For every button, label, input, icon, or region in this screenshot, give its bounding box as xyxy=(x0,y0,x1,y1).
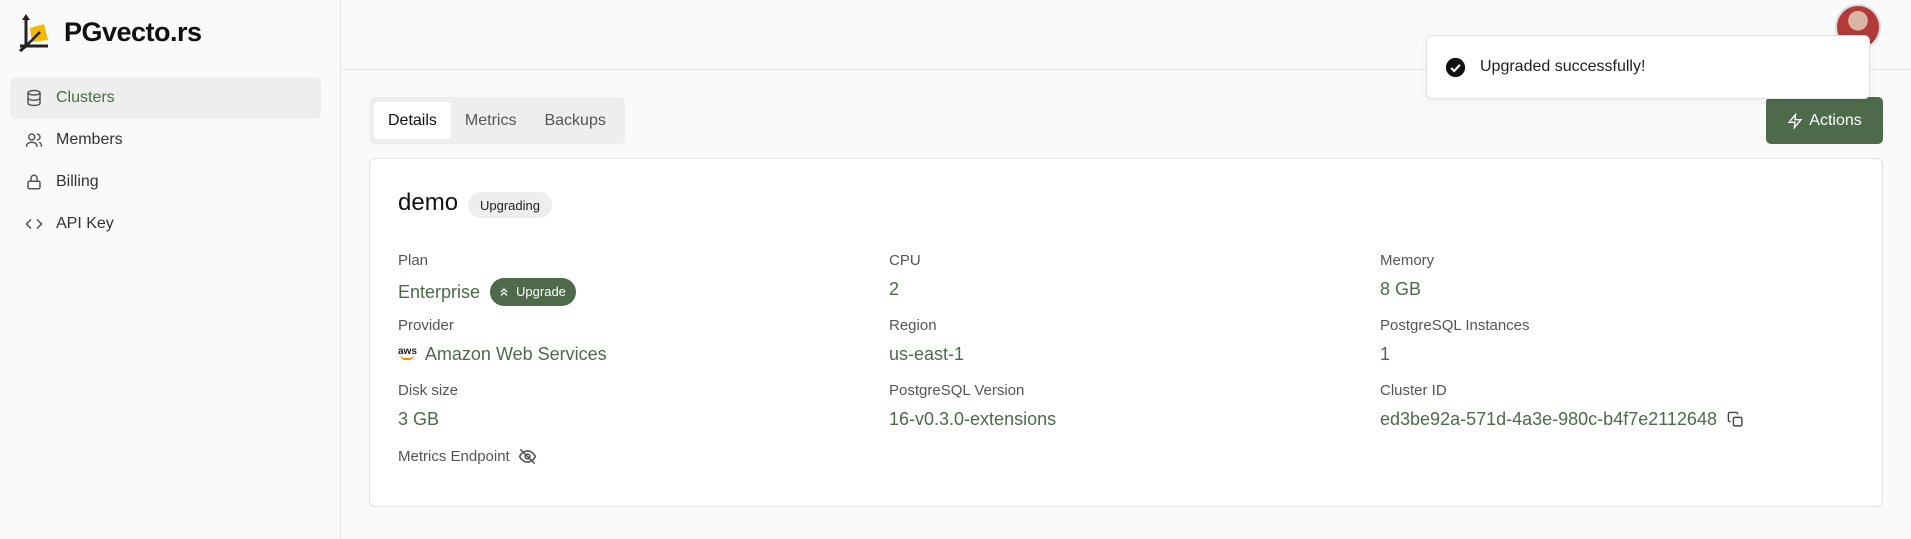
postgresql-instances-field: PostgreSQL Instances 1 xyxy=(1380,317,1530,365)
postgresql-version-field: PostgreSQL Version 16-v0.3.0-extensions xyxy=(889,382,1056,430)
sidebar-item-label: API Key xyxy=(56,215,114,232)
aws-icon: aws xyxy=(398,347,417,360)
cpu-field: CPU 2 xyxy=(889,252,921,300)
metrics-endpoint-label: Metrics Endpoint xyxy=(398,448,510,465)
tab-bar: Details Metrics Backups xyxy=(369,97,625,144)
sidebar-item-label: Members xyxy=(56,131,123,148)
plan-field: Plan Enterprise Upgrade xyxy=(398,252,576,306)
postgresql-instances-value: 1 xyxy=(1380,344,1391,364)
sidebar-item-label: Clusters xyxy=(56,89,115,106)
actions-button-label: Actions xyxy=(1809,111,1862,129)
disk-size-field: Disk size 3 GB xyxy=(398,382,458,430)
disk-size-label: Disk size xyxy=(398,382,459,399)
sidebar-item-api-key[interactable]: API Key xyxy=(10,203,321,245)
status-badge: Upgrading xyxy=(468,192,552,218)
region-label: Region xyxy=(889,317,937,334)
cluster-id-value: ed3be92a-571d-4a3e-980c-b4f7e2112648 xyxy=(1380,409,1717,429)
upgrade-button-label: Upgrade xyxy=(516,284,566,299)
region-value: us-east-1 xyxy=(889,344,965,364)
tab-backups[interactable]: Backups xyxy=(530,102,619,139)
sidebar-nav: Clusters Members Billing API Key xyxy=(10,77,321,245)
metrics-endpoint-field: Metrics Endpoint xyxy=(398,447,537,466)
logo[interactable]: PGvecto.rs xyxy=(18,12,202,52)
database-icon xyxy=(24,88,44,108)
cpu-value: 2 xyxy=(889,279,900,299)
cpu-label: CPU xyxy=(889,252,921,269)
code-icon xyxy=(24,214,44,234)
upgrade-button[interactable]: Upgrade xyxy=(490,278,576,306)
postgresql-version-label: PostgreSQL Version xyxy=(889,382,1025,399)
eye-off-icon[interactable] xyxy=(518,447,537,466)
actions-button[interactable]: Actions xyxy=(1766,97,1883,144)
lock-icon xyxy=(24,172,44,192)
tab-metrics[interactable]: Metrics xyxy=(451,102,531,139)
region-field: Region us-east-1 xyxy=(889,317,964,365)
plan-label: Plan xyxy=(398,252,429,269)
copy-icon[interactable] xyxy=(1727,411,1744,428)
provider-field: Provider aws Amazon Web Services xyxy=(398,317,607,365)
sidebar-item-label: Billing xyxy=(56,173,99,190)
logo-icon xyxy=(19,14,48,52)
postgresql-version-value: 16-v0.3.0-extensions xyxy=(889,409,1057,429)
cluster-details-card: demo Upgrading Plan Enterprise Upgrade P… xyxy=(369,158,1883,507)
cluster-id-label: Cluster ID xyxy=(1380,382,1447,399)
logo-text: PGvecto.rs xyxy=(64,16,202,47)
zap-icon xyxy=(1787,112,1803,129)
provider-label: Provider xyxy=(398,317,454,334)
memory-value: 8 GB xyxy=(1380,279,1422,299)
postgresql-instances-label: PostgreSQL Instances xyxy=(1380,317,1530,334)
sidebar-item-clusters[interactable]: Clusters xyxy=(10,77,321,119)
sidebar: PGvecto.rs Clusters Members Billing API … xyxy=(0,0,341,539)
sidebar-item-members[interactable]: Members xyxy=(10,119,321,161)
plan-value: Enterprise xyxy=(398,282,481,302)
toast-message: Upgraded successfully! xyxy=(1480,58,1646,75)
toast-notification: Upgraded successfully! xyxy=(1426,35,1870,99)
tab-details[interactable]: Details xyxy=(374,102,451,139)
sidebar-item-billing[interactable]: Billing xyxy=(10,161,321,203)
check-circle-icon xyxy=(1445,57,1466,77)
disk-size-value: 3 GB xyxy=(398,409,440,429)
cluster-name: demo xyxy=(398,189,459,216)
provider-value: Amazon Web Services xyxy=(424,344,607,364)
memory-field: Memory 8 GB xyxy=(1380,252,1434,300)
memory-label: Memory xyxy=(1380,252,1435,269)
cluster-id-field: Cluster ID ed3be92a-571d-4a3e-980c-b4f7e… xyxy=(1380,382,1744,430)
chevrons-up-icon xyxy=(500,288,508,296)
users-icon xyxy=(24,130,44,150)
